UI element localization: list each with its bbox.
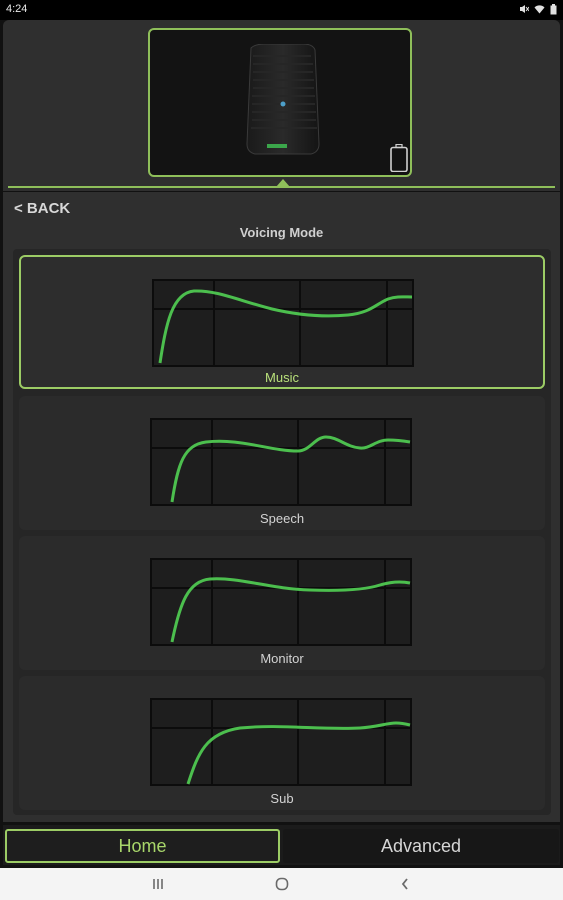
status-bar (0, 0, 563, 20)
voicing-card-speech[interactable]: Speech (19, 396, 545, 530)
recents-icon[interactable] (146, 870, 170, 898)
voicing-label-speech: Speech (259, 511, 305, 526)
voicing-label-music: Music (265, 370, 299, 385)
voicing-label-sub: Sub (270, 791, 294, 806)
eq-curve-speech (150, 418, 412, 506)
tab-advanced[interactable]: Advanced (283, 829, 559, 863)
eq-curve-monitor (150, 558, 412, 646)
status-time: 4:24 (6, 3, 28, 15)
home-circle-icon[interactable] (270, 870, 294, 898)
mute-icon (520, 5, 529, 13)
device-selector[interactable] (148, 28, 412, 177)
voicing-card-monitor[interactable]: Monitor (19, 536, 545, 670)
battery-outline-icon (390, 144, 408, 172)
back-chevron-icon[interactable] (393, 870, 417, 898)
tab-home[interactable]: Home (5, 829, 280, 863)
eq-curve-sub (150, 698, 412, 786)
wifi-icon (534, 5, 545, 14)
section-title: Voicing Mode (239, 225, 324, 240)
selection-caret-icon (276, 179, 290, 187)
eq-curve-music (152, 279, 414, 367)
battery-icon (550, 3, 557, 14)
back-button[interactable]: < BACK (14, 200, 70, 217)
speaker-device-image (246, 44, 320, 155)
voicing-card-sub[interactable]: Sub (19, 676, 545, 810)
status-icons (519, 2, 557, 16)
voicing-label-monitor: Monitor (260, 651, 304, 666)
voicing-card-music[interactable]: Music (19, 255, 545, 389)
